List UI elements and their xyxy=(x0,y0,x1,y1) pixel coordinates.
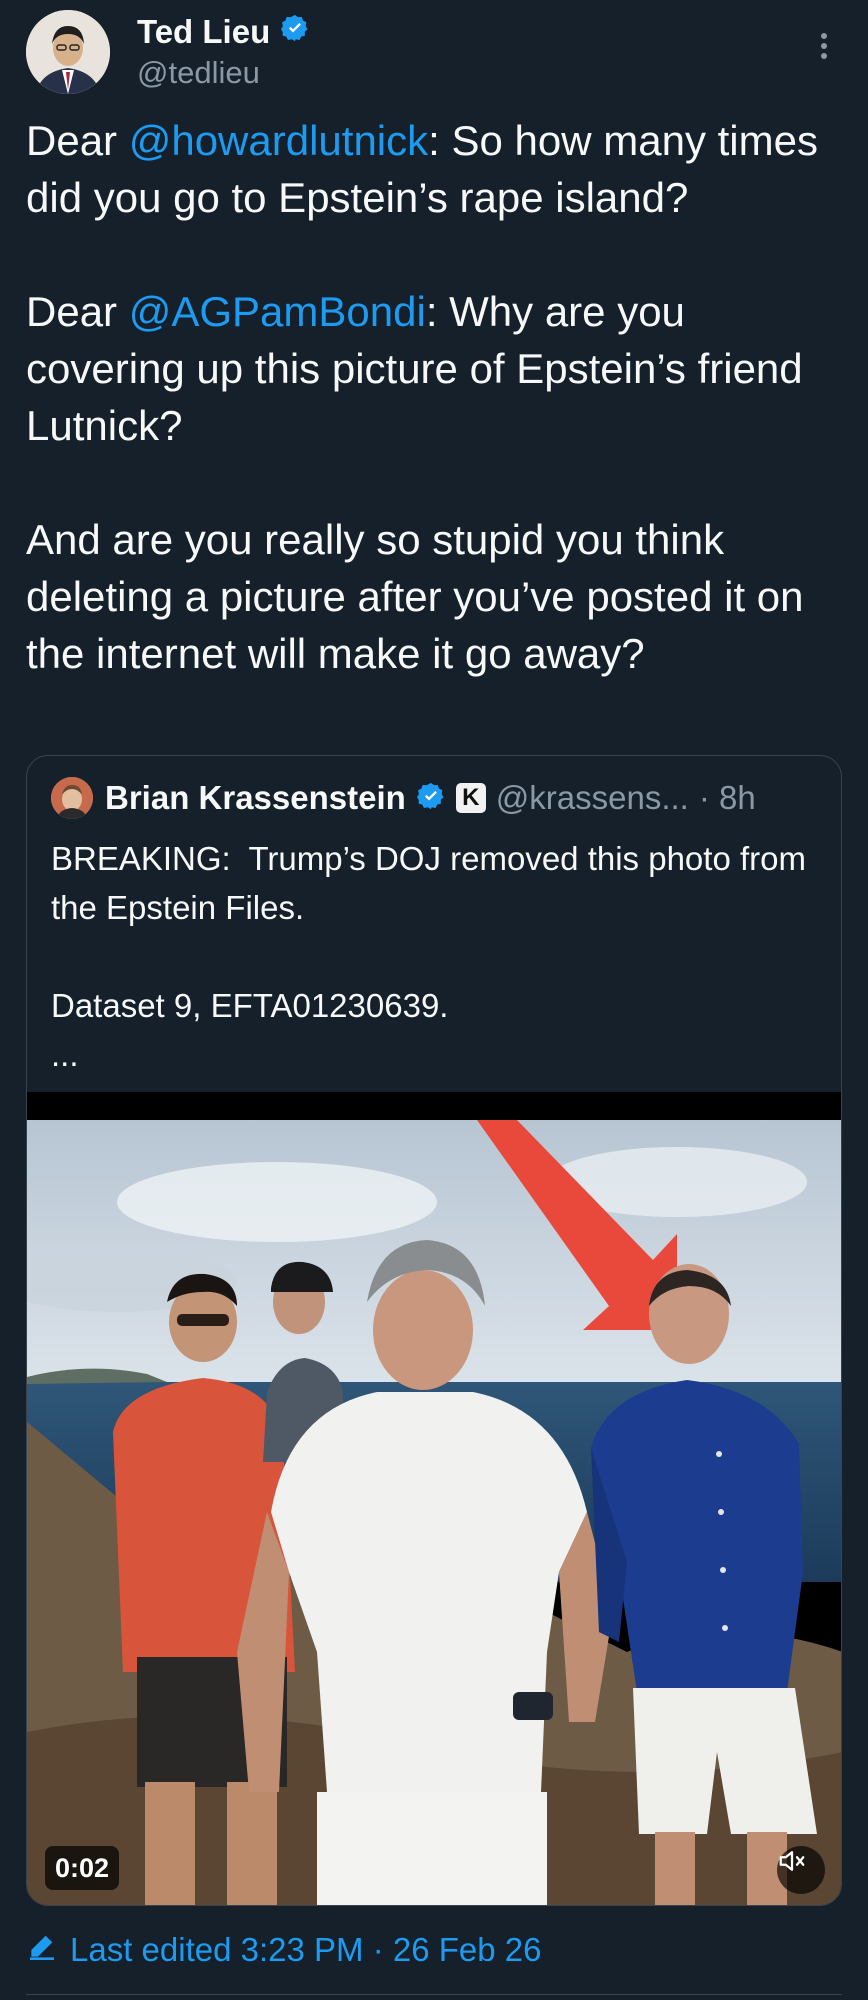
quoted-tweet-text: BREAKING: Trump’s DOJ removed this photo… xyxy=(51,840,806,1073)
quoted-author-name[interactable]: Brian Krassenstein xyxy=(105,779,406,817)
tweet-text-part: Dear xyxy=(26,117,129,164)
mute-icon[interactable] xyxy=(777,1846,825,1894)
video-duration-badge: 0:02 xyxy=(45,1846,120,1890)
edit-history-link[interactable]: Last edited 3:23 PM · 26 Feb 26 xyxy=(26,1928,541,1972)
mention-link[interactable]: @howardlutnick xyxy=(129,117,428,164)
quoted-author-handle[interactable]: @krassens... xyxy=(496,779,689,817)
quoted-tweet-header: Brian Krassenstein K @krassens... · 8h xyxy=(51,776,756,820)
tweet-body: Dear @howardlutnick: So how many times d… xyxy=(26,112,846,682)
verified-badge-icon xyxy=(280,12,310,52)
author-avatar[interactable] xyxy=(26,10,110,94)
quoted-author-avatar[interactable] xyxy=(51,777,93,819)
video-player[interactable]: 0:02 xyxy=(27,1092,841,1905)
author-display-name[interactable]: Ted Lieu xyxy=(137,12,270,52)
divider xyxy=(26,1994,842,1995)
tweet-text-part: And are you really so stupid you think d… xyxy=(26,516,816,677)
mention-link[interactable]: @AGPamBondi xyxy=(129,288,426,335)
video-frame xyxy=(27,1092,841,1905)
tweet-header: Ted Lieu @tedlieu xyxy=(26,10,842,96)
author-name-row[interactable]: Ted Lieu xyxy=(137,12,310,52)
verified-badge-icon xyxy=(416,781,446,816)
author-handle[interactable]: @tedlieu xyxy=(137,54,310,92)
affiliate-badge-icon: K xyxy=(455,783,486,813)
tweet-text-part: Dear xyxy=(26,288,129,335)
quoted-tweet-time[interactable]: · 8h xyxy=(699,779,756,817)
quoted-tweet-card[interactable]: Brian Krassenstein K @krassens... · 8h B… xyxy=(26,755,842,1906)
more-options-icon[interactable] xyxy=(806,28,842,64)
edit-pencil-icon xyxy=(26,1930,58,1970)
last-edited-text[interactable]: Last edited 3:23 PM · 26 Feb 26 xyxy=(70,1931,541,1969)
